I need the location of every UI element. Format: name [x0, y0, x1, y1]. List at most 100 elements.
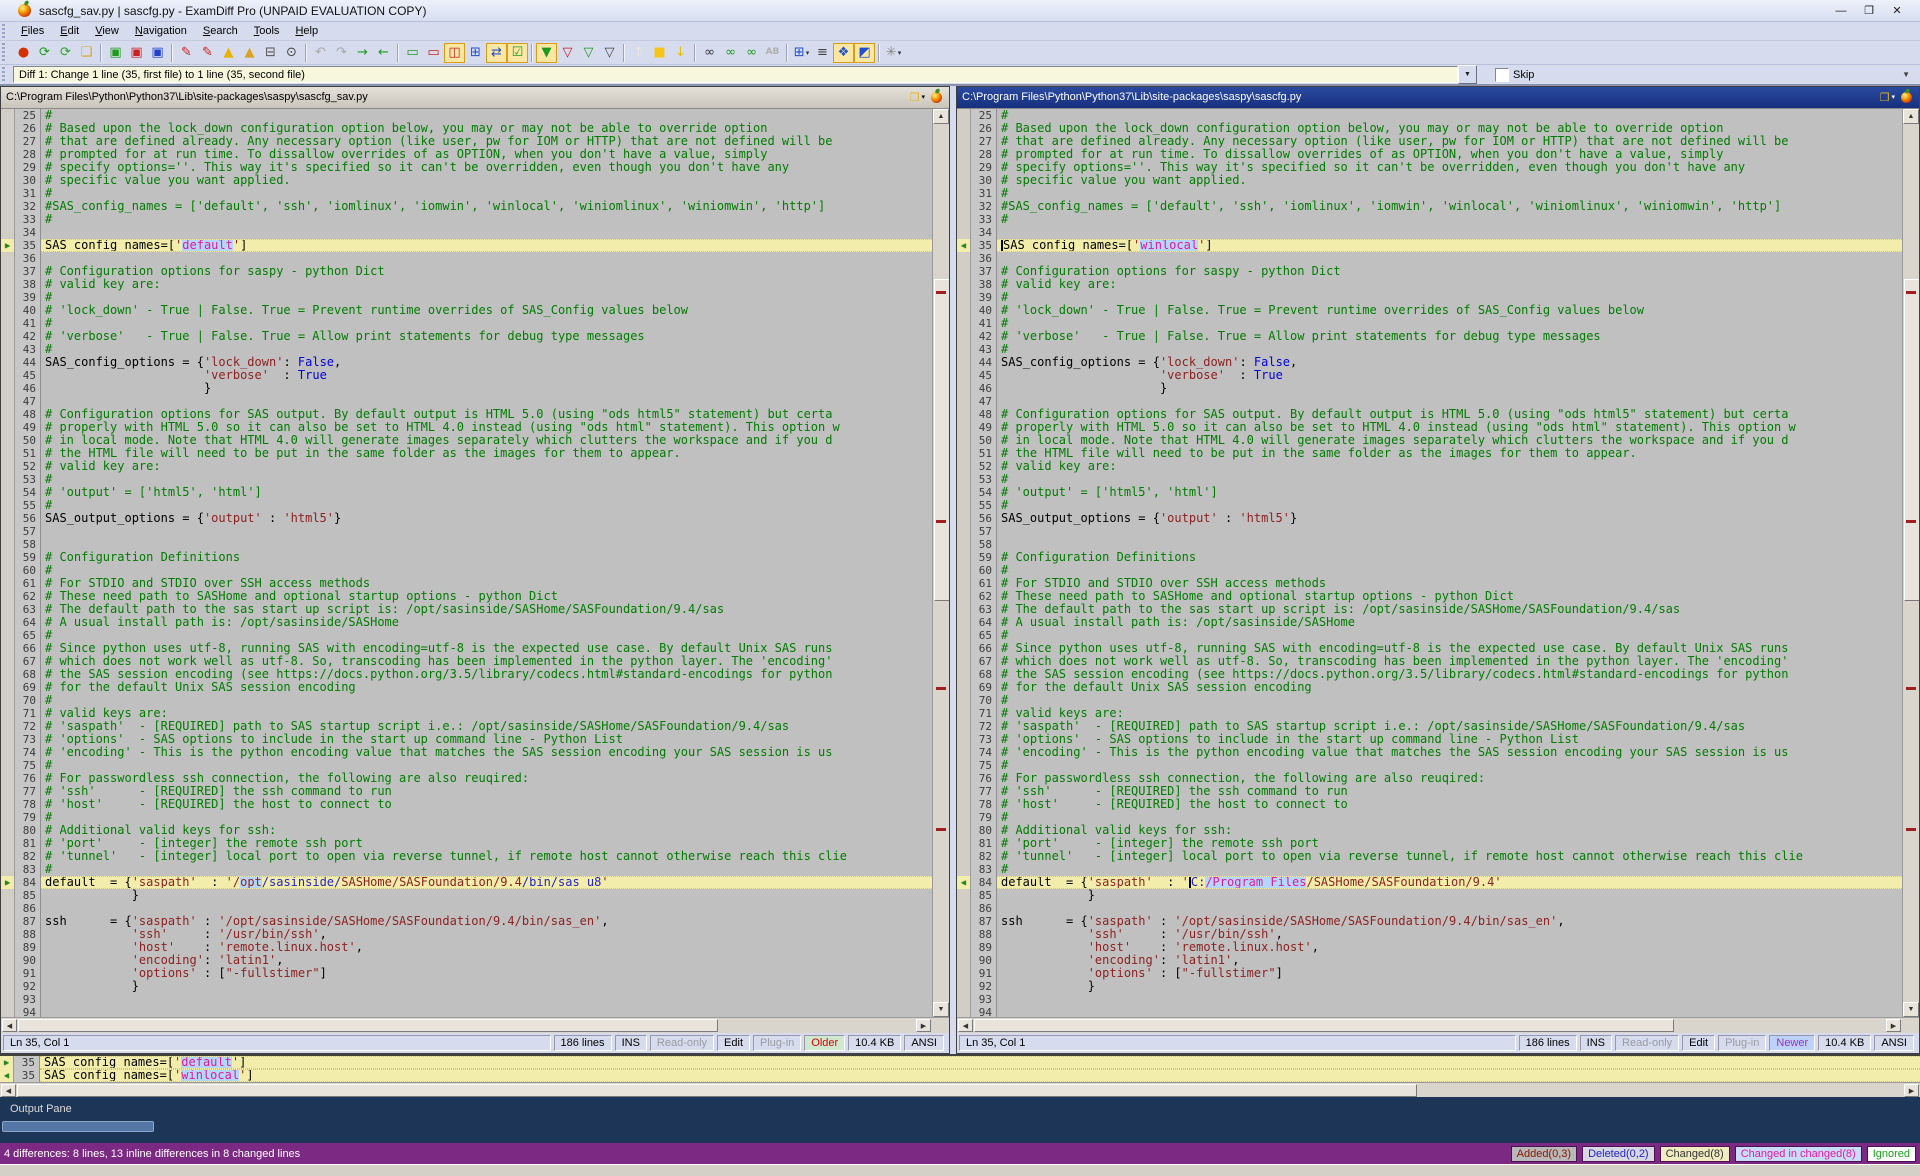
code-text[interactable]: # 'saspath' - [REQUIRED] path to SAS sta… — [997, 720, 1902, 733]
scroll-right-icon[interactable]: ▶ — [1904, 1084, 1919, 1097]
code-text[interactable]: # for the default Unix SAS session encod… — [41, 681, 932, 694]
window-resize-edge[interactable] — [0, 1164, 1920, 1176]
code-text[interactable]: # Additional valid keys for ssh: — [41, 824, 932, 837]
code-text[interactable]: # 'host' - [REQUIRED] the host to connec… — [41, 798, 932, 811]
filter-icon[interactable]: ▼ — [536, 43, 557, 63]
code-text[interactable] — [997, 538, 1902, 551]
layout-options-icon[interactable]: ⊞▾ — [791, 43, 812, 63]
save-first-icon[interactable]: ▣ — [105, 43, 126, 63]
code-text[interactable]: # The default path to the sas start up s… — [41, 603, 932, 616]
show-different-icon[interactable]: ▭ — [423, 43, 444, 63]
code-text[interactable]: # — [41, 694, 932, 707]
code-text[interactable]: # specify options=''. This way it's spec… — [997, 161, 1902, 174]
code-text[interactable]: # 'tunnel' - [integer] local port to ope… — [41, 850, 932, 863]
filter-show-icon[interactable]: ▽ — [578, 43, 599, 63]
chevron-down-icon[interactable]: ▾ — [921, 93, 925, 101]
left-vscrollbar[interactable]: ▲▼ — [932, 109, 949, 1017]
refresh-files-icon[interactable]: ⟳ — [55, 43, 76, 63]
code-text[interactable]: # 'ssh' - [REQUIRED] the ssh command to … — [997, 785, 1902, 798]
plugins-icon[interactable]: ❖ — [833, 43, 854, 63]
code-text[interactable]: # — [997, 213, 1902, 226]
restore-button[interactable]: ❐ — [1856, 3, 1882, 19]
sync-scroll-icon[interactable]: ⇄ — [486, 43, 507, 63]
code-text[interactable]: # the SAS session encoding (see https://… — [41, 668, 932, 681]
code-text[interactable]: 'ssh' : '/usr/bin/ssh', — [41, 928, 932, 941]
code-text[interactable]: # — [41, 629, 932, 642]
code-text[interactable]: # that are defined already. Any necessar… — [997, 135, 1902, 148]
code-text[interactable]: # prompted for at run time. To dissallow… — [41, 148, 932, 161]
code-text[interactable]: # Configuration options for SAS output. … — [41, 408, 932, 421]
code-text[interactable]: # Configuration options for saspy - pyth… — [41, 265, 932, 278]
code-text[interactable]: # — [997, 759, 1902, 772]
code-text[interactable] — [41, 538, 932, 551]
find-icon[interactable]: ∞ — [699, 43, 720, 63]
toolbar-grip[interactable] — [2, 67, 9, 82]
code-text[interactable]: # valid keys are: — [997, 707, 1902, 720]
scroll-down-icon[interactable]: ▼ — [1903, 1002, 1919, 1017]
settings-gear-icon[interactable]: ✳▾ — [883, 43, 904, 63]
code-text[interactable]: # Configuration options for SAS output. … — [997, 408, 1902, 421]
code-text[interactable]: # — [41, 109, 932, 122]
next-diff-icon[interactable]: ↓ — [670, 43, 691, 63]
save-both-icon[interactable]: ▣ — [147, 43, 168, 63]
code-text[interactable]: # — [997, 317, 1902, 330]
dropdown-caret-icon[interactable]: ▾ — [806, 49, 810, 57]
code-text[interactable]: # A usual install path is: /opt/sasinsid… — [41, 616, 932, 629]
report-options-icon[interactable]: ◩ — [854, 43, 875, 63]
code-text[interactable]: 'options' : ["-fullstimer"] — [41, 967, 932, 980]
code-text[interactable]: } — [997, 889, 1902, 902]
code-text[interactable]: # specific value you want applied. — [41, 174, 932, 187]
code-text[interactable]: # These need path to SASHome and optiona… — [41, 590, 932, 603]
hscroll-thumb[interactable] — [18, 1019, 718, 1032]
left-hscrollbar[interactable]: ◀▶ — [1, 1017, 949, 1033]
copy-path-icon[interactable]: ❐ — [910, 91, 920, 104]
code-text[interactable]: # 'port' - [integer] the remote ssh port — [997, 837, 1902, 850]
code-text[interactable]: # valid key are: — [41, 460, 932, 473]
code-text[interactable]: # — [41, 343, 932, 356]
code-text[interactable]: # properly with HTML 5.0 so it can also … — [41, 421, 932, 434]
recompare-icon[interactable]: ⟳ — [34, 43, 55, 63]
code-text[interactable]: # 'options' - SAS options to include in … — [997, 733, 1902, 746]
code-text[interactable]: # 'lock_down' - True | False. True = Pre… — [997, 304, 1902, 317]
code-text[interactable]: SAS_output_options = {'output' : 'html5'… — [997, 512, 1902, 525]
code-text[interactable]: # specific value you want applied. — [997, 174, 1902, 187]
edit-first-icon[interactable]: ✎ — [176, 43, 197, 63]
code-text[interactable] — [41, 395, 932, 408]
minimize-button[interactable]: — — [1828, 3, 1854, 19]
code-text[interactable]: # The default path to the sas start up s… — [997, 603, 1902, 616]
code-text[interactable]: #SAS_config_names = ['default', 'ssh', '… — [41, 200, 932, 213]
right-code-area[interactable]: 25#26# Based upon the lock_down configur… — [957, 109, 1919, 1017]
code-text[interactable] — [41, 993, 932, 1006]
code-text[interactable]: # — [997, 187, 1902, 200]
code-text[interactable]: # — [41, 564, 932, 577]
menu-files[interactable]: Files — [13, 23, 52, 39]
code-text[interactable]: # valid key are: — [41, 278, 932, 291]
right-vscrollbar[interactable]: ▲▼ — [1902, 109, 1919, 1017]
code-text[interactable]: # for the default Unix SAS session encod… — [997, 681, 1902, 694]
code-text[interactable]: # 'options' - SAS options to include in … — [41, 733, 932, 746]
code-text[interactable]: # For STDIO and STDIO over SSH access me… — [997, 577, 1902, 590]
menu-view[interactable]: View — [87, 23, 127, 39]
menu-search[interactable]: Search — [195, 23, 246, 39]
code-text[interactable]: # 'host' - [REQUIRED] the host to connec… — [997, 798, 1902, 811]
code-text[interactable]: # 'ssh' - [REQUIRED] the ssh command to … — [41, 785, 932, 798]
scroll-up-icon[interactable]: ▲ — [1903, 109, 1919, 124]
scroll-left-icon[interactable]: ◀ — [2, 1019, 17, 1032]
chevron-down-icon[interactable]: ▾ — [1891, 93, 1895, 101]
code-text[interactable]: # 'lock_down' - True | False. True = Pre… — [41, 304, 932, 317]
show-identical-icon[interactable]: ▭ — [402, 43, 423, 63]
code-text[interactable]: 'host' : 'remote.linux.host', — [997, 941, 1902, 954]
code-text[interactable]: # Configuration Definitions — [997, 551, 1902, 564]
code-text[interactable]: } — [997, 382, 1902, 395]
code-text[interactable] — [41, 902, 932, 915]
code-text[interactable]: } — [41, 980, 932, 993]
vscroll-thumb[interactable] — [1904, 279, 1919, 601]
code-text[interactable]: # 'output' = ['html5', 'html'] — [997, 486, 1902, 499]
code-text[interactable]: # — [41, 499, 932, 512]
toolbar-grip[interactable] — [2, 24, 9, 38]
zoom-icon[interactable]: ⊙ — [281, 43, 302, 63]
code-text[interactable]: 'encoding': 'latin1', — [997, 954, 1902, 967]
redo-icon[interactable]: ↷ — [331, 43, 352, 63]
code-text[interactable]: # — [997, 863, 1902, 876]
current-diff-combo[interactable]: Diff 1: Change 1 line (35, first file) t… — [13, 66, 1458, 83]
